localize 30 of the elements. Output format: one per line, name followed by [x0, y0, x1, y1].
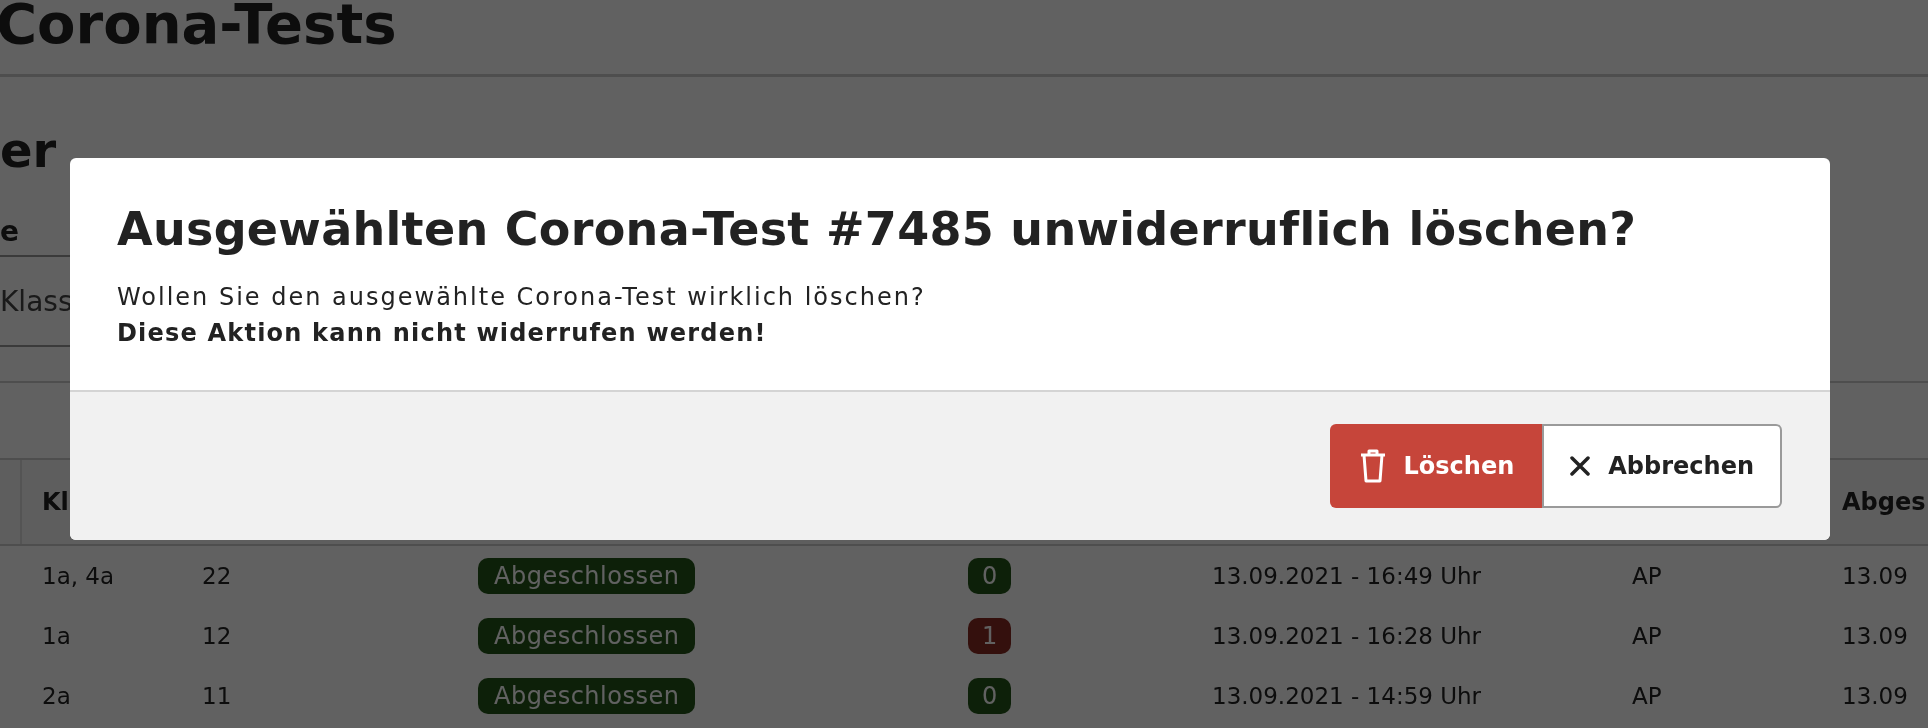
dialog-warning: Diese Aktion kann nicht widerrufen werden! — [117, 318, 768, 349]
table-cell-text: AP — [1631, 623, 1663, 649]
table-cell-text: 13.09 — [1841, 563, 1909, 589]
close-icon — [1570, 456, 1591, 476]
delete-button[interactable]: Löschen — [1329, 424, 1543, 508]
result-badge: 0 — [968, 678, 1012, 714]
status-badge: Abgeschlossen — [478, 618, 696, 654]
table-cell-text: 22 — [201, 563, 233, 589]
table-cell-text: 13.09 — [1841, 623, 1909, 649]
table-cell-text: AP — [1631, 563, 1663, 589]
dialog-title: Ausgewählten Corona-Test #7485 unwiderruflich löschen? — [117, 202, 1638, 256]
table-cell-text: 12 — [201, 623, 233, 649]
result-badge: 0 — [968, 558, 1012, 594]
table-cell-text: 11 — [201, 683, 233, 709]
status-badge: Abgeschlossen — [478, 558, 696, 594]
table-cell-text: 1a, 4a — [41, 563, 116, 589]
trash-icon — [1359, 449, 1386, 483]
table-cell-text: 2a — [41, 683, 72, 709]
status-badge: Abgeschlossen — [478, 678, 696, 714]
filter-label: e — [0, 215, 19, 250]
dialog-message: Wollen Sie den ausgewählte Corona-Test wirklich löschen? — [117, 282, 927, 313]
table-cell-text: AP — [1631, 683, 1663, 709]
table-cell-text: 13.09.2021 - 16:49 Uhr — [1211, 563, 1483, 589]
table-cell-text: 13.09.2021 - 14:59 Uhr — [1211, 683, 1483, 709]
result-badge: 1 — [968, 618, 1012, 654]
table-cell-text: 1a — [41, 623, 72, 649]
section-heading: er — [0, 121, 58, 180]
table-cell-text: 13.09.2021 - 16:28 Uhr — [1211, 623, 1483, 649]
table-cell-text: 13.09 — [1841, 683, 1909, 709]
cancel-button[interactable]: Abbrechen — [1542, 424, 1782, 508]
